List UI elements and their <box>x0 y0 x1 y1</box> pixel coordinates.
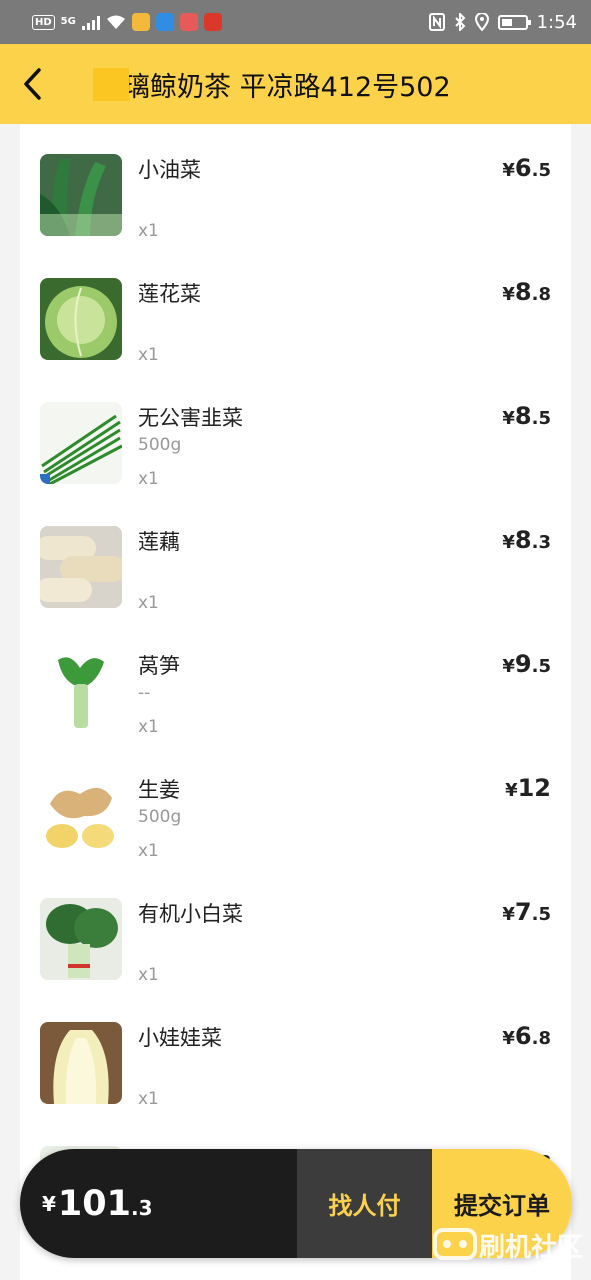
email-app-icon <box>131 13 150 31</box>
redaction-box <box>93 68 129 101</box>
item-quantity: x1 <box>138 593 159 613</box>
location-icon <box>474 13 489 31</box>
item-quantity: x1 <box>138 717 159 737</box>
book-app-icon <box>179 13 198 31</box>
bluetooth-icon <box>454 13 465 31</box>
item-spec: 500g <box>138 435 182 455</box>
item-name: 莴笋 <box>138 654 180 678</box>
order-total: ¥ 101 .3 <box>20 1149 297 1258</box>
status-bar: HD 5G 1:54 <box>0 0 591 44</box>
product-image-pak-choi <box>40 898 122 980</box>
5g-icon: 5G <box>60 16 76 27</box>
hd-icon: HD <box>32 14 55 30</box>
product-image-bok-choy <box>40 154 122 236</box>
item-quantity: x1 <box>138 841 159 861</box>
item-quantity: x1 <box>138 345 159 365</box>
list-item[interactable]: 莲花菜 x1 ¥8.8 <box>20 248 571 372</box>
list-item[interactable]: 有机小白菜 x1 ¥7.5 <box>20 868 571 992</box>
shop-title: 流璃鲸奶茶 平凉路412号502 <box>96 71 451 103</box>
item-name: 生姜 <box>138 778 180 802</box>
find-someone-to-pay-button[interactable]: 找人付 <box>297 1149 432 1258</box>
product-image-lotus-root <box>40 526 122 608</box>
svg-text:刷机社区: 刷机社区 <box>479 1232 583 1263</box>
item-price: ¥8.8 <box>502 278 551 306</box>
item-name: 有机小白菜 <box>138 902 243 926</box>
item-price: ¥8.5 <box>502 402 551 430</box>
item-price: ¥8.3 <box>502 526 551 554</box>
item-price: ¥12 <box>505 774 551 802</box>
nfc-icon <box>428 13 445 31</box>
status-time: 1:54 <box>536 11 577 33</box>
item-name: 莲藕 <box>138 530 180 554</box>
item-spec: -- <box>138 683 151 703</box>
item-name: 小娃娃菜 <box>138 1026 222 1050</box>
shop-header: 流璃鲸奶茶 平凉路412号502 <box>0 44 591 124</box>
item-quantity: x1 <box>138 965 159 985</box>
product-image-ginger <box>40 774 122 856</box>
item-quantity: x1 <box>138 469 159 489</box>
back-button[interactable] <box>0 44 64 124</box>
list-item[interactable]: 莲藕 x1 ¥8.3 <box>20 496 571 620</box>
item-name: 小油菜 <box>138 158 201 182</box>
red-app-icon <box>203 13 222 31</box>
svg-text:JM88S.com: JM88S.com <box>494 1264 550 1274</box>
item-price: ¥6.8 <box>502 1022 551 1050</box>
browser-app-icon <box>155 13 174 31</box>
item-quantity: x1 <box>138 221 159 241</box>
order-item-list[interactable]: 小油菜 x1 ¥6.5 莲花菜 x1 ¥8.8 无公害韭菜 500g x1 ¥8… <box>20 124 571 1280</box>
product-image-baby-cabbage <box>40 1022 122 1104</box>
product-image-chives <box>40 402 122 484</box>
item-price: ¥6.5 <box>502 154 551 182</box>
list-item[interactable]: 生姜 500g x1 ¥12 <box>20 744 571 868</box>
list-item[interactable]: 小娃娃菜 x1 ¥6.8 <box>20 992 571 1116</box>
product-image-celtuce <box>40 650 122 732</box>
list-item[interactable]: 小油菜 x1 ¥6.5 <box>20 124 571 248</box>
signal-icon <box>81 15 100 30</box>
item-price: ¥7.5 <box>502 898 551 926</box>
item-price: ¥9.5 <box>502 650 551 678</box>
item-name: 无公害韭菜 <box>138 406 243 430</box>
product-image-cabbage <box>40 278 122 360</box>
item-name: 莲花菜 <box>138 282 201 306</box>
list-item[interactable]: 无公害韭菜 500g x1 ¥8.5 <box>20 372 571 496</box>
watermark-logo: 刷机社区 JM88S.com <box>433 1228 583 1274</box>
item-quantity: x1 <box>138 1089 159 1109</box>
wifi-icon <box>106 15 125 29</box>
chevron-left-icon <box>24 68 41 100</box>
list-item[interactable]: 莴笋 -- x1 ¥9.5 <box>20 620 571 744</box>
item-spec: 500g <box>138 807 182 827</box>
battery-icon <box>497 14 531 30</box>
